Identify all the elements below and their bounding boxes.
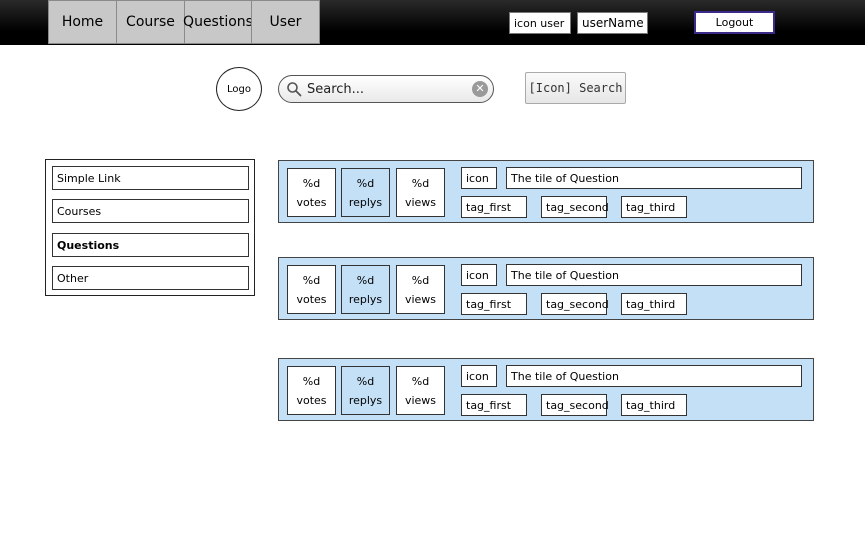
votes-label: votes xyxy=(296,393,327,407)
top-nav-bar: Home Course Questions User icon user use… xyxy=(0,0,865,45)
question-card[interactable]: %d votes %d replys %d views icon The til… xyxy=(278,358,814,421)
search-placeholder: Search... xyxy=(307,82,365,97)
views-label: views xyxy=(404,195,437,209)
views-label: views xyxy=(404,292,437,306)
views-value: %d xyxy=(411,176,430,190)
views-count: %d views xyxy=(396,168,445,217)
tag-second[interactable]: tag_second xyxy=(541,196,609,218)
nav-tab-course[interactable]: Course xyxy=(116,0,185,44)
logout-button[interactable]: Logout xyxy=(694,11,775,34)
replys-label: replys xyxy=(348,195,383,209)
question-title[interactable]: The tile of Question xyxy=(506,365,802,387)
tag-first[interactable]: tag_first xyxy=(461,293,527,315)
sidebar-item-courses[interactable]: Courses xyxy=(52,199,249,223)
nav-tab-questions[interactable]: Questions xyxy=(183,0,253,44)
votes-count: %d votes xyxy=(287,168,336,217)
tag-second[interactable]: tag_second xyxy=(541,394,609,416)
question-card[interactable]: %d votes %d replys %d views icon The til… xyxy=(278,160,814,223)
votes-value: %d xyxy=(302,374,321,388)
replys-count: %d replys xyxy=(341,168,390,217)
nav-tab-user[interactable]: User xyxy=(251,0,320,44)
replys-label: replys xyxy=(348,393,383,407)
tag-third[interactable]: tag_third xyxy=(621,394,687,416)
question-icon: icon xyxy=(461,365,497,387)
replys-count: %d replys xyxy=(341,366,390,415)
tag-first[interactable]: tag_first xyxy=(461,394,527,416)
votes-value: %d xyxy=(302,176,321,190)
search-icon xyxy=(287,82,302,97)
replys-value: %d xyxy=(356,176,375,190)
views-value: %d xyxy=(411,273,430,287)
replys-value: %d xyxy=(356,374,375,388)
views-count: %d views xyxy=(396,265,445,314)
sidebar-item-simple-link[interactable]: Simple Link xyxy=(52,166,249,190)
search-input[interactable]: Search... ✕ xyxy=(278,75,494,103)
replys-label: replys xyxy=(348,292,383,306)
votes-value: %d xyxy=(302,273,321,287)
replys-count: %d replys xyxy=(341,265,390,314)
tag-third[interactable]: tag_third xyxy=(621,196,687,218)
votes-count: %d votes xyxy=(287,265,336,314)
tag-second[interactable]: tag_second xyxy=(541,293,609,315)
clear-search-icon[interactable]: ✕ xyxy=(472,81,488,97)
replys-value: %d xyxy=(356,273,375,287)
logo[interactable]: Logo xyxy=(216,67,262,111)
sidebar-item-other[interactable]: Other xyxy=(52,266,249,290)
question-card[interactable]: %d votes %d replys %d views icon The til… xyxy=(278,257,814,320)
nav-tab-home[interactable]: Home xyxy=(48,0,117,44)
question-icon: icon xyxy=(461,264,497,286)
question-title[interactable]: The tile of Question xyxy=(506,167,802,189)
votes-count: %d votes xyxy=(287,366,336,415)
views-count: %d views xyxy=(396,366,445,415)
question-title[interactable]: The tile of Question xyxy=(506,264,802,286)
views-label: views xyxy=(404,393,437,407)
question-icon: icon xyxy=(461,167,497,189)
tag-third[interactable]: tag_third xyxy=(621,293,687,315)
search-button[interactable]: [Icon] Search xyxy=(525,72,626,104)
sidebar: Simple Link Courses Questions Other xyxy=(45,159,255,296)
user-icon-placeholder: icon user xyxy=(509,12,571,34)
votes-label: votes xyxy=(296,292,327,306)
user-name: userName xyxy=(577,12,648,34)
sidebar-item-questions[interactable]: Questions xyxy=(52,233,249,257)
tag-first[interactable]: tag_first xyxy=(461,196,527,218)
votes-label: votes xyxy=(296,195,327,209)
views-value: %d xyxy=(411,374,430,388)
